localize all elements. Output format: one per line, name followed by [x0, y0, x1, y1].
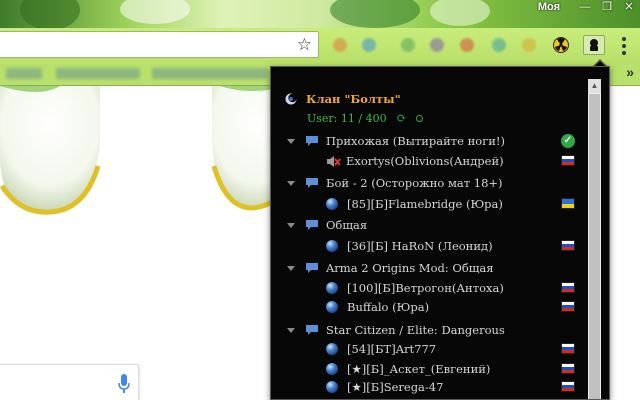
user-row[interactable]: [54][БТ]Art777 — [326, 339, 436, 359]
user-status-icon — [326, 198, 338, 210]
extension-icon[interactable] — [430, 38, 444, 52]
window-titlebar: Моя — ❐ ✕ — [0, 0, 640, 28]
check-icon: ✓ — [561, 134, 575, 148]
extension-icon[interactable] — [522, 38, 536, 52]
window-controls: Моя — ❐ ✕ — [538, 0, 640, 14]
flag-ru-icon — [561, 343, 575, 354]
user-name: [36][Б] HaRoN (Леонид) — [347, 239, 493, 253]
microphone-icon[interactable] — [118, 374, 130, 394]
channel-row[interactable]: Бой - 2 (Осторожно мат 18+) — [287, 173, 503, 193]
background-leaf-decoration — [0, 86, 300, 215]
wallpaper-leaf — [20, 0, 80, 28]
teamspeak-viewer-popup: Клан "Болты" User: 11 / 400 ⟳ Прихожая (… — [270, 66, 610, 400]
flag-ru-icon — [561, 282, 575, 293]
connection-status-icon[interactable] — [415, 114, 423, 122]
flag-ru-icon — [561, 381, 575, 392]
user-name: [54][БТ]Art777 — [347, 342, 437, 356]
user-name: [85][Б]Flamebridge (Юра) — [347, 197, 503, 211]
muted-speaker-icon — [326, 155, 341, 168]
flag-ru-icon — [561, 240, 575, 251]
expand-arrow-icon[interactable] — [287, 222, 295, 228]
wallpaper-leaf — [430, 0, 490, 26]
expand-arrow-icon[interactable] — [287, 180, 295, 186]
channel-row[interactable]: Star Citizen / Elite: Dangerous — [287, 320, 505, 340]
channel-name: Прихожая (Вытирайте ноги!) — [326, 134, 506, 148]
extension-icon[interactable] — [460, 38, 474, 52]
user-row[interactable]: [★][Б]Serega-47 — [326, 377, 443, 397]
bookmark-item[interactable] — [56, 68, 140, 79]
extension-icon[interactable] — [362, 38, 376, 52]
teamspeak-extension-icon[interactable] — [583, 35, 605, 55]
server-icon — [285, 93, 297, 105]
flag-ru-icon — [561, 363, 575, 374]
channel-row[interactable]: Arma 2 Origins Mod: Общая — [287, 258, 494, 278]
user-name: Buffalo (Юра) — [347, 300, 430, 314]
user-row[interactable]: [100][Б]Ветрогон(Антоха) — [326, 278, 504, 298]
extension-icon[interactable] — [333, 38, 347, 52]
users-count: User: 11 / 400 — [307, 111, 387, 125]
user-name: [★][Б]Serega-47 — [347, 380, 444, 394]
close-button[interactable]: ✕ — [618, 0, 640, 14]
user-status-icon — [326, 363, 338, 375]
user-name: Exortys(Oblivions(Андрей) — [346, 154, 504, 168]
scroll-thumb[interactable] — [589, 94, 600, 399]
expand-arrow-icon[interactable] — [287, 265, 295, 271]
user-status-icon — [326, 301, 338, 313]
browser-toolbar: ☆ — [0, 28, 640, 62]
wallpaper-leaf — [120, 0, 190, 24]
refresh-icon[interactable]: ⟳ — [397, 111, 407, 125]
bookmark-item[interactable] — [6, 68, 42, 79]
search-input[interactable] — [0, 364, 139, 400]
bookmarks-overflow-button[interactable]: » — [626, 64, 634, 80]
channel-name: Общая — [326, 218, 368, 232]
clan-title: Клан "Болты" — [306, 92, 401, 106]
channel-row[interactable]: Общая — [287, 215, 367, 235]
wallpaper-leaf — [330, 0, 420, 28]
radiation-extension-icon[interactable] — [550, 35, 572, 55]
bookmark-star-icon[interactable]: ☆ — [297, 35, 312, 55]
user-row[interactable]: [85][Б]Flamebridge (Юра) — [326, 194, 503, 214]
profile-name[interactable]: Моя — [538, 1, 560, 13]
flag-ua-icon — [561, 198, 575, 209]
clan-header: Клан "Болты" — [285, 89, 401, 109]
address-bar[interactable]: ☆ — [0, 31, 319, 58]
channel-name: Arma 2 Origins Mod: Общая — [326, 261, 494, 275]
channel-chat-icon — [305, 219, 319, 231]
scroll-up-arrow-icon[interactable]: ▲ — [588, 79, 601, 93]
channel-name: Бой - 2 (Осторожно мат 18+) — [326, 176, 503, 190]
user-status-icon — [326, 381, 338, 393]
restore-button[interactable]: ❐ — [596, 0, 618, 14]
expand-arrow-icon[interactable] — [287, 327, 295, 333]
user-status-icon — [326, 240, 338, 252]
user-status-icon — [326, 282, 338, 294]
flag-ru-icon — [561, 301, 575, 312]
channel-row[interactable]: Прихожая (Вытирайте ноги!) — [287, 131, 505, 151]
user-name: [100][Б]Ветрогон(Антоха) — [347, 281, 504, 295]
user-row[interactable]: Buffalo (Юра) — [326, 297, 429, 317]
user-name: [★][Б]_Аскет_(Евгений) — [347, 362, 491, 376]
extension-icon[interactable] — [492, 38, 506, 52]
flag-ru-icon — [561, 155, 575, 166]
minimize-button[interactable]: — — [574, 0, 596, 14]
channel-chat-icon — [305, 262, 319, 274]
expand-arrow-icon[interactable] — [287, 138, 295, 144]
extension-icon[interactable] — [401, 38, 415, 52]
user-row[interactable]: Exortys(Oblivions(Андрей) — [326, 151, 504, 171]
bookmark-item[interactable] — [152, 68, 268, 79]
channel-name: Star Citizen / Elite: Dangerous — [326, 323, 505, 337]
channel-chat-icon — [305, 135, 319, 147]
chrome-menu-icon[interactable] — [618, 37, 630, 55]
channel-chat-icon — [305, 177, 319, 189]
channel-chat-icon — [305, 324, 319, 336]
users-status: User: 11 / 400 ⟳ — [307, 108, 423, 128]
user-status-icon — [326, 343, 338, 355]
user-row[interactable]: [36][Б] HaRoN (Леонид) — [326, 236, 493, 256]
user-row[interactable]: [★][Б]_Аскет_(Евгений) — [326, 359, 490, 379]
popup-scrollbar[interactable]: ▲ — [588, 79, 601, 399]
